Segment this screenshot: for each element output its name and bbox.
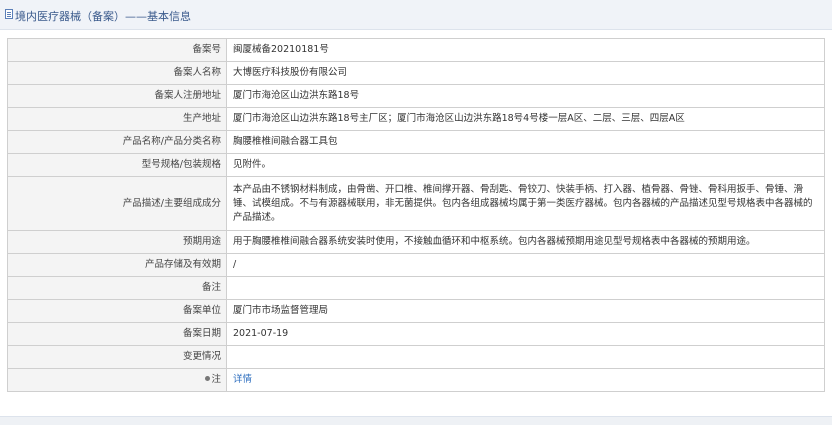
row-label-filing-unit: 备案单位	[7, 299, 227, 323]
row-value-product-name: 胸腰椎椎间融合器工具包	[226, 130, 825, 154]
row-value-remarks	[226, 276, 825, 300]
row-value-product-description: 本产品由不锈钢材料制成，由骨凿、开口椎、椎间撑开器、骨刮匙、骨铰刀、快装手柄、打…	[226, 176, 825, 231]
row-label-production-address: 生产地址	[7, 107, 227, 131]
page: 境内医疗器械（备案）——基本信息 备案号 闽厦械备20210181号 备案人名称…	[0, 0, 832, 425]
row-value-change-status	[226, 345, 825, 369]
table-row: 产品存储及有效期 /	[7, 253, 825, 277]
table-row: 变更情况	[7, 345, 825, 369]
table-row: 产品名称/产品分类名称 胸腰椎椎间融合器工具包	[7, 130, 825, 154]
row-value-storage-validity: /	[226, 253, 825, 277]
table-row: 备案人名称 大博医疗科技股份有限公司	[7, 61, 825, 85]
table-row: 注 详情	[7, 368, 825, 392]
row-label-filing-number: 备案号	[7, 38, 227, 62]
row-value-model-spec: 见附件。	[226, 153, 825, 177]
row-label-storage-validity: 产品存储及有效期	[7, 253, 227, 277]
pin-icon	[205, 376, 211, 381]
row-label-intended-use: 预期用途	[7, 230, 227, 254]
row-label-product-name: 产品名称/产品分类名称	[7, 130, 227, 154]
row-label-remarks: 备注	[7, 276, 227, 300]
note-label-text: 注	[211, 374, 221, 385]
document-icon	[5, 9, 13, 19]
table-row: 备案号 闽厦械备20210181号	[7, 38, 825, 62]
row-label-filer-address: 备案人注册地址	[7, 84, 227, 108]
row-label-model-spec: 型号规格/包装规格	[7, 153, 227, 177]
page-title: 境内医疗器械（备案）——基本信息	[15, 10, 191, 23]
row-value-filing-number: 闽厦械备20210181号	[226, 38, 825, 62]
row-label-filing-date: 备案日期	[7, 322, 227, 346]
row-value-filer-address: 厦门市海沧区山边洪东路18号	[226, 84, 825, 108]
table-row: 备案单位 厦门市市场监督管理局	[7, 299, 825, 323]
table-row: 备注	[7, 276, 825, 300]
table-row: 产品描述/主要组成成分 本产品由不锈钢材料制成，由骨凿、开口椎、椎间撑开器、骨刮…	[7, 176, 825, 231]
details-link[interactable]: 详情	[233, 374, 252, 385]
row-label-product-description: 产品描述/主要组成成分	[7, 176, 227, 231]
title-bar: 境内医疗器械（备案）——基本信息	[0, 0, 832, 30]
row-value-intended-use: 用于胸腰椎椎间融合器系统安装时使用，不接触血循环和中枢系统。包内各器械预期用途见…	[226, 230, 825, 254]
table-row: 生产地址 厦门市海沧区山边洪东路18号主厂区；厦门市海沧区山边洪东路18号4号楼…	[7, 107, 825, 131]
row-value-production-address: 厦门市海沧区山边洪东路18号主厂区；厦门市海沧区山边洪东路18号4号楼一层A区、…	[226, 107, 825, 131]
table-row: 预期用途 用于胸腰椎椎间融合器系统安装时使用，不接触血循环和中枢系统。包内各器械…	[7, 230, 825, 254]
row-value-filing-unit: 厦门市市场监督管理局	[226, 299, 825, 323]
table-row: 备案日期 2021-07-19	[7, 322, 825, 346]
row-value-filing-date: 2021-07-19	[226, 322, 825, 346]
row-value-filer-name: 大博医疗科技股份有限公司	[226, 61, 825, 85]
row-label-note: 注	[7, 368, 227, 392]
info-table: 备案号 闽厦械备20210181号 备案人名称 大博医疗科技股份有限公司 备案人…	[7, 38, 825, 392]
row-value-note: 详情	[226, 368, 825, 392]
row-label-filer-name: 备案人名称	[7, 61, 227, 85]
row-label-change-status: 变更情况	[7, 345, 227, 369]
table-row: 备案人注册地址 厦门市海沧区山边洪东路18号	[7, 84, 825, 108]
table-row: 型号规格/包装规格 见附件。	[7, 153, 825, 177]
